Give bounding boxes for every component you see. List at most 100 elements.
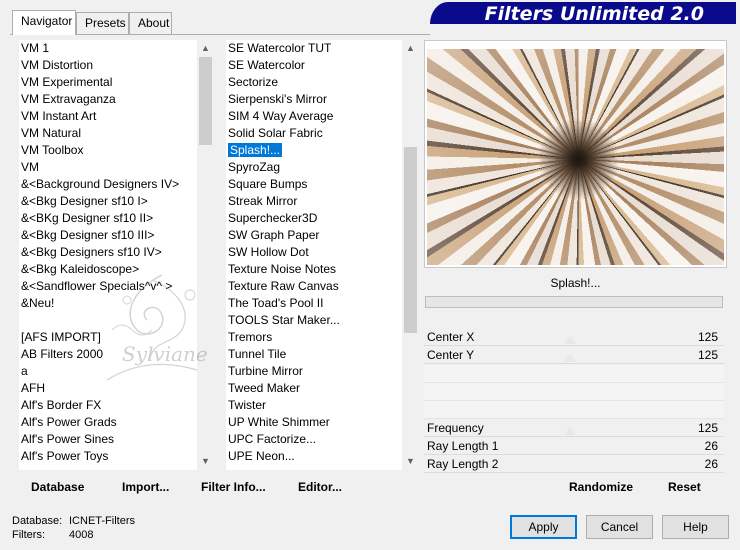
param-center-y[interactable]: Center Y 125 xyxy=(424,346,724,364)
list-item[interactable]: Twister xyxy=(226,397,402,414)
list-item[interactable]: Solid Solar Fabric xyxy=(226,125,402,142)
list-item[interactable]: UPE Neon... xyxy=(226,448,402,465)
list-item[interactable]: VM Toolbox xyxy=(19,142,197,159)
list-item[interactable]: Square Bumps xyxy=(226,176,402,193)
help-label: Help xyxy=(683,520,708,534)
param-value: 125 xyxy=(697,330,718,344)
list-item-label: The Toad's Pool II xyxy=(228,296,324,310)
randomize-button[interactable]: Randomize xyxy=(569,480,633,494)
preview-image xyxy=(427,49,724,265)
filter-info-button[interactable]: Filter Info... xyxy=(201,480,266,494)
list-item[interactable]: VM xyxy=(19,159,197,176)
list-item-label: [AFS IMPORT] xyxy=(21,330,101,344)
list-item-label: SW Graph Paper xyxy=(228,228,320,242)
list-item[interactable]: SE Watercolor xyxy=(226,57,402,74)
slider-thumb-icon[interactable] xyxy=(564,427,576,435)
param-label: Center X xyxy=(427,330,475,344)
tab-navigator-label: Navigator xyxy=(21,14,73,28)
list-item[interactable]: VM 1 xyxy=(19,40,197,57)
list-item[interactable]: Turbine Mirror xyxy=(226,363,402,380)
param-ray-length-1[interactable]: Ray Length 1 26 xyxy=(424,437,724,455)
slider-thumb-icon[interactable] xyxy=(564,336,576,344)
scroll-down-icon[interactable]: ▼ xyxy=(197,453,214,470)
list-item[interactable]: SW Hollow Dot xyxy=(226,244,402,261)
editor-button[interactable]: Editor... xyxy=(298,480,342,494)
list-item[interactable]: &<Bkg Designers sf10 IV> xyxy=(19,244,197,261)
tab-about[interactable]: About xyxy=(129,12,172,34)
list-item-label: Twister xyxy=(228,398,267,412)
list-item[interactable]: TOOLS Star Maker... xyxy=(226,312,402,329)
list-item[interactable]: The Toad's Pool II xyxy=(226,295,402,312)
list-item[interactable]: VM Experimental xyxy=(19,74,197,91)
list-item[interactable]: Texture Noise Notes xyxy=(226,261,402,278)
list-item[interactable]: Sierpenski's Mirror xyxy=(226,91,402,108)
list-item[interactable]: VM Distortion xyxy=(19,57,197,74)
scroll-down-icon[interactable]: ▼ xyxy=(402,453,419,470)
list-item[interactable]: UP White Shimmer xyxy=(226,414,402,431)
tab-navigator[interactable]: Navigator xyxy=(12,10,76,35)
list-item[interactable]: Texture Raw Canvas xyxy=(226,278,402,295)
editor-label: Editor... xyxy=(298,480,343,494)
list-item-label: Tunnel Tile xyxy=(228,347,287,361)
list-item[interactable]: Tweed Maker xyxy=(226,380,402,397)
list-item[interactable]: Alf's Power Toys xyxy=(19,448,197,465)
list-item[interactable]: Alf's Power Grads xyxy=(19,414,197,431)
list-item-label: UPC Factorize... xyxy=(228,432,317,446)
list-item[interactable]: VM Natural xyxy=(19,125,197,142)
tab-presets[interactable]: Presets xyxy=(76,12,129,34)
slider-thumb-icon[interactable] xyxy=(564,354,576,362)
param-frequency[interactable]: Frequency 125 xyxy=(424,419,724,437)
list-item[interactable]: SpyroZag xyxy=(226,159,402,176)
reset-button[interactable]: Reset xyxy=(668,480,701,494)
list-item[interactable]: UPC Factorize... xyxy=(226,431,402,448)
scroll-thumb[interactable] xyxy=(199,57,212,145)
apply-button[interactable]: Apply xyxy=(510,515,577,539)
import-button[interactable]: Import... xyxy=(122,480,169,494)
scroll-thumb[interactable] xyxy=(404,147,417,333)
list-item[interactable]: Tunnel Tile xyxy=(226,346,402,363)
category-list[interactable]: VM 1 VM Distortion VM Experimental VM Extra… xyxy=(19,40,197,470)
filter-scrollbar[interactable]: ▲ ▼ xyxy=(402,40,419,470)
param-center-x[interactable]: Center X 125 xyxy=(424,328,724,346)
param-ray-length-2[interactable]: Ray Length 2 26 xyxy=(424,455,724,473)
database-label: Database xyxy=(31,480,85,494)
list-item-label: AB Filters 2000 xyxy=(21,347,104,361)
list-item[interactable]: Splash!... xyxy=(226,142,402,159)
list-item-label: Solid Solar Fabric xyxy=(228,126,323,140)
scroll-up-icon[interactable]: ▲ xyxy=(402,40,419,57)
list-item-label: SpyroZag xyxy=(228,160,281,174)
list-item[interactable]: VM Instant Art xyxy=(19,108,197,125)
list-item[interactable]: SW Graph Paper xyxy=(226,227,402,244)
filters-info: Filters: 4008 xyxy=(12,529,93,541)
param-value: 125 xyxy=(697,348,718,362)
list-item[interactable]: &<Bkg Designer sf10 I> xyxy=(19,193,197,210)
cancel-button[interactable]: Cancel xyxy=(586,515,653,539)
list-item-label: VM Instant Art xyxy=(21,109,97,123)
category-scrollbar[interactable]: ▲ ▼ xyxy=(197,40,214,470)
param-label: Frequency xyxy=(427,421,484,435)
param-empty-row xyxy=(424,365,724,383)
help-button[interactable]: Help xyxy=(662,515,729,539)
database-info-label: Database: xyxy=(12,515,63,527)
list-item-label: VM 1 xyxy=(21,41,50,55)
filter-list[interactable]: SE Watercolor TUT SE Watercolor Sectorize S… xyxy=(226,40,402,470)
list-item-label: VM Experimental xyxy=(21,75,113,89)
list-item[interactable]: &<Bkg Designer sf10 III> xyxy=(19,227,197,244)
scroll-up-icon[interactable]: ▲ xyxy=(197,40,214,57)
list-item[interactable]: Sectorize xyxy=(226,74,402,91)
list-item[interactable]: VM Extravaganza xyxy=(19,91,197,108)
database-button[interactable]: Database xyxy=(31,480,84,494)
list-item-label: VM xyxy=(21,160,39,174)
list-item[interactable]: &<Background Designers IV> xyxy=(19,176,197,193)
list-item-label: Splash!... xyxy=(226,142,284,158)
list-item[interactable]: &<BKg Designer sf10 II> xyxy=(19,210,197,227)
list-item[interactable]: Streak Mirror xyxy=(226,193,402,210)
list-item[interactable]: SIM 4 Way Average xyxy=(226,108,402,125)
list-item[interactable]: Tremors xyxy=(226,329,402,346)
list-item[interactable]: SE Watercolor TUT xyxy=(226,40,402,57)
apply-label: Apply xyxy=(528,520,559,534)
list-item-label: SE Watercolor xyxy=(228,58,305,72)
list-item[interactable]: Superchecker3D xyxy=(226,210,402,227)
list-item[interactable]: Alf's Power Sines xyxy=(19,431,197,448)
list-item-label: Texture Noise Notes xyxy=(228,262,337,276)
